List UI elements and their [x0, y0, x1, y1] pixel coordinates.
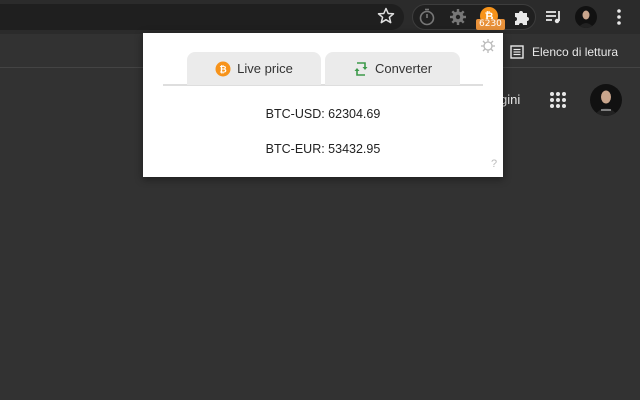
tab-label: Converter	[374, 61, 433, 76]
btc-eur-price: BTC-EUR: 53432.95	[265, 142, 381, 156]
profile-avatar[interactable]	[575, 6, 597, 28]
puzzle-icon[interactable]	[511, 7, 531, 27]
convert-arrows-icon	[354, 61, 368, 76]
btc-usd-price: BTC-USD: 62304.69	[265, 107, 381, 121]
reading-list-label: Elenco di lettura	[532, 45, 619, 59]
bookmark-star-icon[interactable]	[376, 6, 396, 26]
tab-live-price[interactable]: ₿ Live price	[187, 52, 321, 85]
extension-popup: ₿ Live price Converter BTC-USD: 62304.69…	[143, 33, 503, 177]
address-bar[interactable]	[0, 4, 404, 30]
apps-grid-icon[interactable]	[549, 91, 567, 109]
price-badge: 6230	[476, 19, 505, 30]
popup-tabs: ₿ Live price Converter	[163, 52, 483, 86]
tab-converter[interactable]: Converter	[325, 52, 460, 85]
reading-list-icon	[510, 45, 524, 59]
settings-gear-icon[interactable]	[448, 7, 468, 27]
images-link[interactable]: gini	[500, 92, 520, 107]
kebab-menu-icon[interactable]	[613, 7, 625, 27]
bitcoin-icon: ₿	[215, 61, 231, 76]
media-queue-icon[interactable]	[544, 7, 564, 27]
browser-toolbar: ₿ 6230	[0, 0, 640, 34]
reading-list-button[interactable]: Elenco di lettura	[510, 43, 618, 61]
help-link[interactable]: ?	[491, 158, 497, 170]
stopwatch-icon[interactable]	[417, 7, 437, 27]
account-avatar[interactable]	[590, 84, 622, 116]
svg-text:₿: ₿	[220, 64, 227, 75]
tab-label: Live price	[237, 61, 293, 76]
